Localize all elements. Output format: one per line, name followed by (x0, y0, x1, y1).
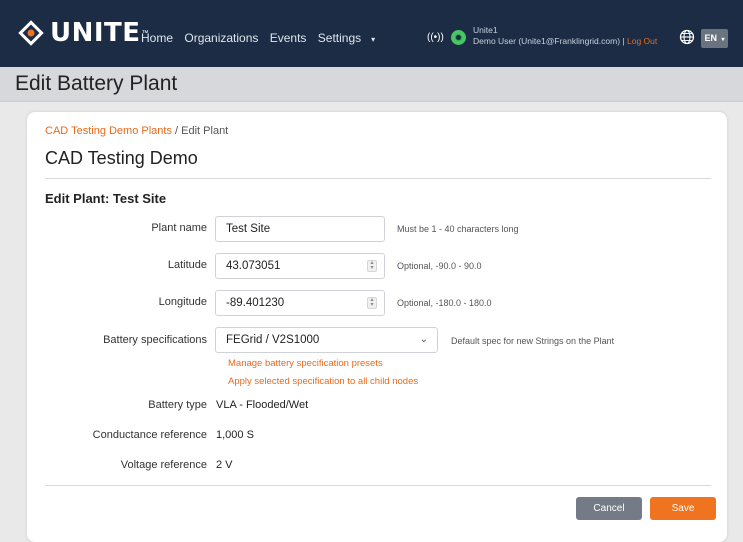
battery-spec-select[interactable]: FEGrid / V2S1000 ⌄ (215, 327, 438, 353)
latitude-value: 43.073051 (226, 260, 281, 272)
conductance-ref-value: 1,000 S (216, 429, 254, 441)
latitude-input[interactable]: 43.073051 ▴ ▾ (215, 253, 385, 279)
nav-settings-label: Settings (317, 31, 362, 45)
nav-events-link[interactable]: Events (270, 31, 307, 45)
top-navbar: UNITE ™ Home Organizations Events Settin… (0, 0, 743, 67)
language-label: EN (704, 33, 717, 43)
voltage-ref-value: 2 V (216, 459, 233, 471)
plant-name-label: Plant name (151, 222, 207, 234)
section-title: Edit Plant: Test Site (45, 191, 167, 206)
plant-name-input[interactable]: Test Site (215, 216, 385, 242)
user-email: Demo User (Unite1@Franklingrid.com) | (473, 36, 625, 46)
latitude-spinner[interactable]: ▴ ▾ (367, 260, 377, 272)
footer-divider (45, 485, 711, 486)
longitude-label: Longitude (158, 296, 207, 308)
battery-spec-hint: Default spec for new Strings on the Plan… (451, 336, 615, 346)
chevron-down-icon: ▾ (371, 35, 376, 44)
plant-title: CAD Testing Demo (45, 148, 198, 168)
longitude-value: -89.401230 (226, 297, 285, 309)
battery-spec-value: FEGrid / V2S1000 (226, 334, 320, 346)
nav-settings-menu[interactable]: Settings ▾ (318, 31, 383, 45)
cancel-button[interactable]: Cancel (576, 497, 642, 520)
globe-icon[interactable] (679, 29, 695, 45)
nav-home-link[interactable]: Home (141, 31, 173, 45)
breadcrumb-plants-link[interactable]: CAD Testing Demo Plants (45, 125, 172, 137)
battery-type-value: VLA - Flooded/Wet (216, 399, 309, 411)
manage-presets-link[interactable]: Manage battery specification presets (228, 358, 383, 369)
brand-logo[interactable]: UNITE ™ (18, 18, 149, 48)
save-button[interactable]: Save (650, 497, 716, 520)
page-header: Edit Battery Plant (0, 67, 743, 102)
header-divider (45, 178, 711, 179)
plant-name-value: Test Site (226, 223, 271, 235)
longitude-input[interactable]: -89.401230 ▴ ▾ (215, 290, 385, 316)
conductance-ref-label: Conductance reference (92, 429, 207, 441)
breadcrumb: CAD Testing Demo Plants / Edit Plant (45, 125, 228, 137)
apply-spec-link[interactable]: Apply selected specification to all chil… (228, 376, 418, 387)
edit-plant-card: CAD Testing Demo Plants / Edit Plant CAD… (27, 112, 727, 542)
voltage-ref-label: Voltage reference (120, 459, 207, 471)
main-nav: Home Organizations Events Settings ▾ (141, 31, 391, 45)
battery-type-label: Battery type (148, 399, 207, 411)
language-dropdown[interactable]: EN ▾ (701, 29, 728, 48)
breadcrumb-current: Edit Plant (181, 125, 229, 137)
chevron-down-icon: ▾ (721, 37, 725, 43)
chevron-down-icon: ⌄ (419, 334, 428, 345)
longitude-hint: Optional, -180.0 - 180.0 (397, 298, 492, 308)
brand-name: UNITE (50, 18, 141, 48)
latitude-label: Latitude (167, 259, 207, 271)
logo-diamond-icon (18, 20, 44, 46)
nav-organizations-link[interactable]: Organizations (184, 31, 258, 45)
logout-link[interactable]: Log Out (627, 36, 657, 46)
latitude-hint: Optional, -90.0 - 90.0 (397, 261, 482, 271)
status-icon[interactable] (451, 30, 466, 45)
page-title: Edit Battery Plant (15, 72, 178, 95)
device-name: Unite1 (473, 25, 498, 35)
user-info: Unite1 Demo User (Unite1@Franklingrid.co… (473, 25, 657, 47)
longitude-spinner[interactable]: ▴ ▾ (367, 297, 377, 309)
breadcrumb-separator: / (175, 125, 179, 137)
battery-spec-label: Battery specifications (103, 334, 207, 346)
plant-name-hint: Must be 1 - 40 characters long (397, 224, 519, 234)
signal-icon: ((•)) (427, 32, 444, 43)
